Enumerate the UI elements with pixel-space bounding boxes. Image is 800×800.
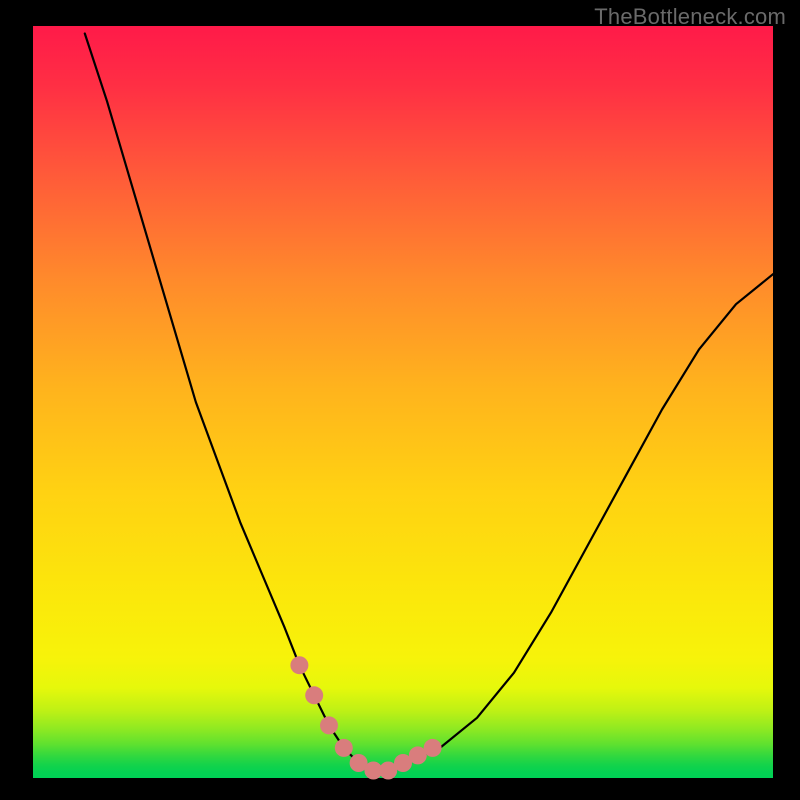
watermark-text: TheBottleneck.com (594, 4, 786, 30)
chart-frame: TheBottleneck.com (0, 0, 800, 800)
plot-gradient-background (33, 26, 773, 778)
